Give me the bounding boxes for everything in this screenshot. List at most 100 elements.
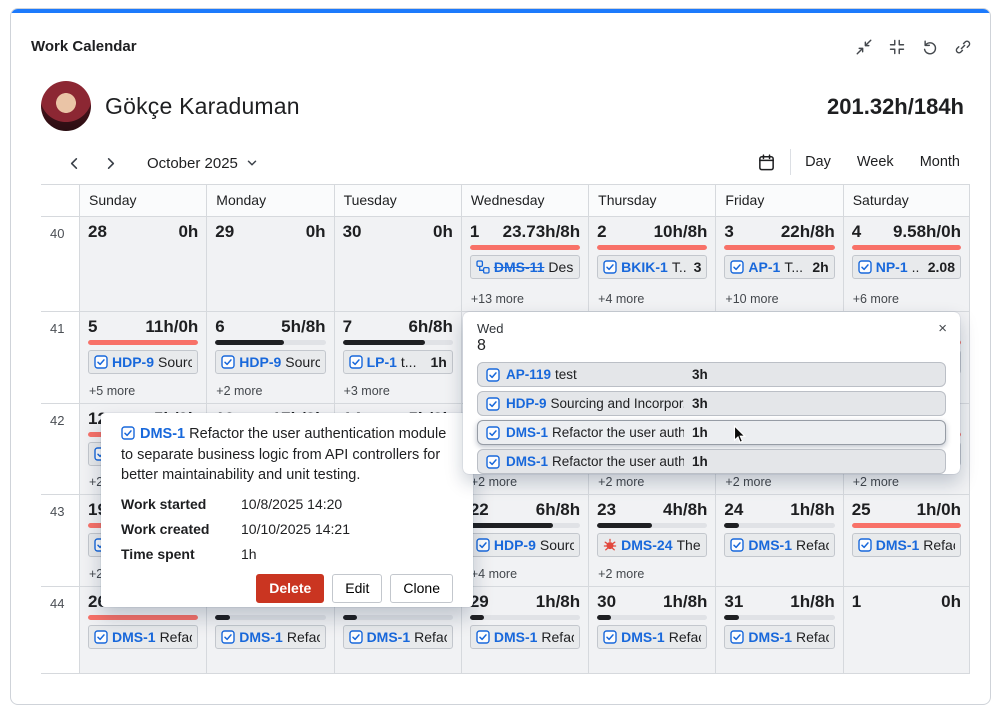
popup-item-label: AP-119test [486, 367, 684, 382]
edit-button[interactable]: Edit [332, 574, 382, 603]
popup-worklog-item[interactable]: HDP-9Sourcing and Incorpor...3h [477, 391, 946, 416]
worklog-chip[interactable]: DMS-1Refactor the user auth... [597, 625, 707, 649]
day-cell[interactable]: 10h [843, 587, 970, 674]
issue-key: DMS-1 [876, 537, 920, 553]
view-day[interactable]: Day [805, 154, 831, 170]
popup-item-label: DMS-1Refactor the user auth... [486, 454, 684, 469]
day-cell[interactable]: 251h/0hDMS-1Refactor the user auth... [843, 495, 970, 587]
worklog-chip[interactable]: DMS-1Refactor the user auth... [852, 533, 961, 557]
worklog-chip[interactable]: HDP-9Sourcing and Incorpor... [470, 533, 580, 557]
day-cell-header: 123.73h/8h [470, 222, 580, 242]
worklog-chip[interactable]: NP-1...2.08 [852, 255, 961, 279]
day-cell-header: 241h/8h [724, 500, 834, 520]
popup-worklog-item[interactable]: AP-119test3h [477, 362, 946, 387]
day-cell[interactable]: 301h/8hDMS-1Refactor the user auth... [588, 587, 715, 674]
day-cell[interactable]: 76h/8hLP-1t...1h+3 more [334, 312, 461, 404]
more-link[interactable]: +10 more [725, 292, 778, 306]
worklog-chip[interactable]: DMS-1Refactor the user auth... [88, 625, 198, 649]
worklog-chip[interactable]: HDP-9Sourcing and Incorpor... [215, 350, 325, 374]
more-link[interactable]: +2 more [471, 475, 517, 489]
close-icon[interactable]: × [938, 321, 947, 336]
more-link[interactable]: +2 more [598, 475, 644, 489]
popup-worklog-item[interactable]: DMS-1Refactor the user auth...1h [477, 449, 946, 474]
worklog-chip[interactable]: BKIK-1T...3 [597, 255, 707, 279]
issue-summary: Refactor the user auth... [796, 629, 829, 645]
more-link[interactable]: +13 more [471, 292, 524, 306]
collapse-corners-icon[interactable] [888, 38, 906, 56]
issue-summary: T... [672, 259, 686, 275]
more-link[interactable]: +2 more [216, 384, 262, 398]
day-cell[interactable]: 49.58h/0hNP-1...2.08+6 more [843, 217, 970, 312]
day-cell[interactable]: 291h/8hDMS-1Refactor the user auth... [461, 587, 588, 674]
worklog-chip[interactable]: DMS-24The c... [597, 533, 707, 557]
worklog-chip[interactable]: DMS-1Refactor the user auth... [724, 533, 834, 557]
day-cell[interactable]: 226h/8hHDP-9Sourcing and Incorpor...+4 m… [461, 495, 588, 587]
day-number: 29 [215, 222, 234, 242]
day-cell[interactable]: 290h [206, 217, 333, 312]
day-name-header: Tuesday [334, 185, 461, 217]
progress-bar [724, 245, 834, 250]
progress-bar [724, 523, 834, 528]
worklog-chip[interactable]: HDP-9Sourcing and Incorpor... [88, 350, 198, 374]
progress-bar [215, 615, 325, 620]
task-icon [730, 538, 744, 552]
worklog-chip[interactable]: DMS-11Desig [470, 255, 580, 279]
worklog-description: DMS-1 Refactor the user authentication m… [121, 425, 453, 485]
progress-bar-fill [88, 615, 198, 620]
calendar-nav: October 2025 [61, 150, 259, 176]
next-month-button[interactable] [97, 150, 123, 176]
day-cell[interactable]: 322h/8hAP-1T...2h+10 more [715, 217, 842, 312]
delete-button[interactable]: Delete [256, 574, 324, 603]
worklog-chip[interactable]: DMS-1Refactor the user auth... [343, 625, 453, 649]
day-cell[interactable]: 65h/8hHDP-9Sourcing and Incorpor...+2 mo… [206, 312, 333, 404]
more-link[interactable]: +2 more [598, 567, 644, 581]
view-week[interactable]: Week [857, 154, 894, 170]
month-selector[interactable]: October 2025 [147, 155, 259, 172]
day-cell[interactable]: 280h [79, 217, 206, 312]
worklog-chip[interactable]: DMS-1Refactor the user auth... [215, 625, 325, 649]
day-cell[interactable]: 123.73h/8h DMS-11Desig +13 more [461, 217, 588, 312]
more-link[interactable]: +2 more [725, 475, 771, 489]
more-link[interactable]: +4 more [598, 292, 644, 306]
worklog-chip[interactable]: DMS-1Refactor the user auth... [470, 625, 580, 649]
view-month[interactable]: Month [920, 154, 960, 170]
progress-bar-fill [88, 340, 198, 345]
worklog-chip[interactable]: LP-1t...1h [343, 350, 453, 374]
prev-month-button[interactable] [61, 150, 87, 176]
day-cell[interactable]: 241h/8h DMS-1Refactor the user auth... [715, 495, 842, 587]
branch-icon [476, 260, 490, 274]
issue-summary: Refactor the user auth... [541, 629, 574, 645]
issue-summary: Refactor the user auth... [552, 425, 684, 440]
day-cell[interactable]: 300h [334, 217, 461, 312]
clone-button[interactable]: Clone [390, 574, 453, 603]
issue-summary: ... [912, 259, 920, 275]
calendar-icon[interactable] [757, 153, 776, 172]
hours-summary: 201.32h/184h [827, 94, 964, 120]
more-link[interactable]: +6 more [853, 292, 899, 306]
reset-icon[interactable] [921, 38, 939, 56]
task-icon [349, 630, 363, 644]
day-cell[interactable]: 311h/8hDMS-1Refactor the user auth... [715, 587, 842, 674]
popup-worklog-item[interactable]: DMS-1Refactor the user auth...1h [477, 420, 946, 445]
tooltip-rows: Work started10/8/2025 14:20Work created1… [121, 496, 453, 562]
day-cell[interactable]: 234h/8hDMS-24The c...+2 more [588, 495, 715, 587]
progress-bar-fill [724, 615, 738, 620]
issue-key[interactable]: DMS-1 [140, 426, 185, 442]
issue-key: DMS-1 [506, 454, 548, 469]
more-link[interactable]: +5 more [89, 384, 135, 398]
worklog-chip[interactable]: DMS-1Refactor the user auth... [724, 625, 834, 649]
more-link[interactable]: +2 more [853, 475, 899, 489]
worklog-chip[interactable]: AP-1T...2h [724, 255, 834, 279]
popup-items: AP-119test3h HDP-9Sourcing and Incorpor..… [477, 362, 946, 474]
more-link[interactable]: +4 more [471, 567, 517, 581]
collapse-diagonal-icon[interactable] [855, 38, 873, 56]
issue-summary: t... [401, 354, 423, 370]
day-cell-header: 210h/8h [597, 222, 707, 242]
more-link[interactable]: +3 more [344, 384, 390, 398]
day-hours: 1h/8h [790, 500, 834, 520]
day-cell[interactable]: 511h/0hHDP-9Sourcing and Incorpor...+5 m… [79, 312, 206, 404]
progress-bar-fill [852, 245, 961, 250]
link-icon[interactable] [954, 38, 972, 56]
task-icon [858, 260, 872, 274]
day-cell[interactable]: 210h/8h BKIK-1T...3 +4 more [588, 217, 715, 312]
